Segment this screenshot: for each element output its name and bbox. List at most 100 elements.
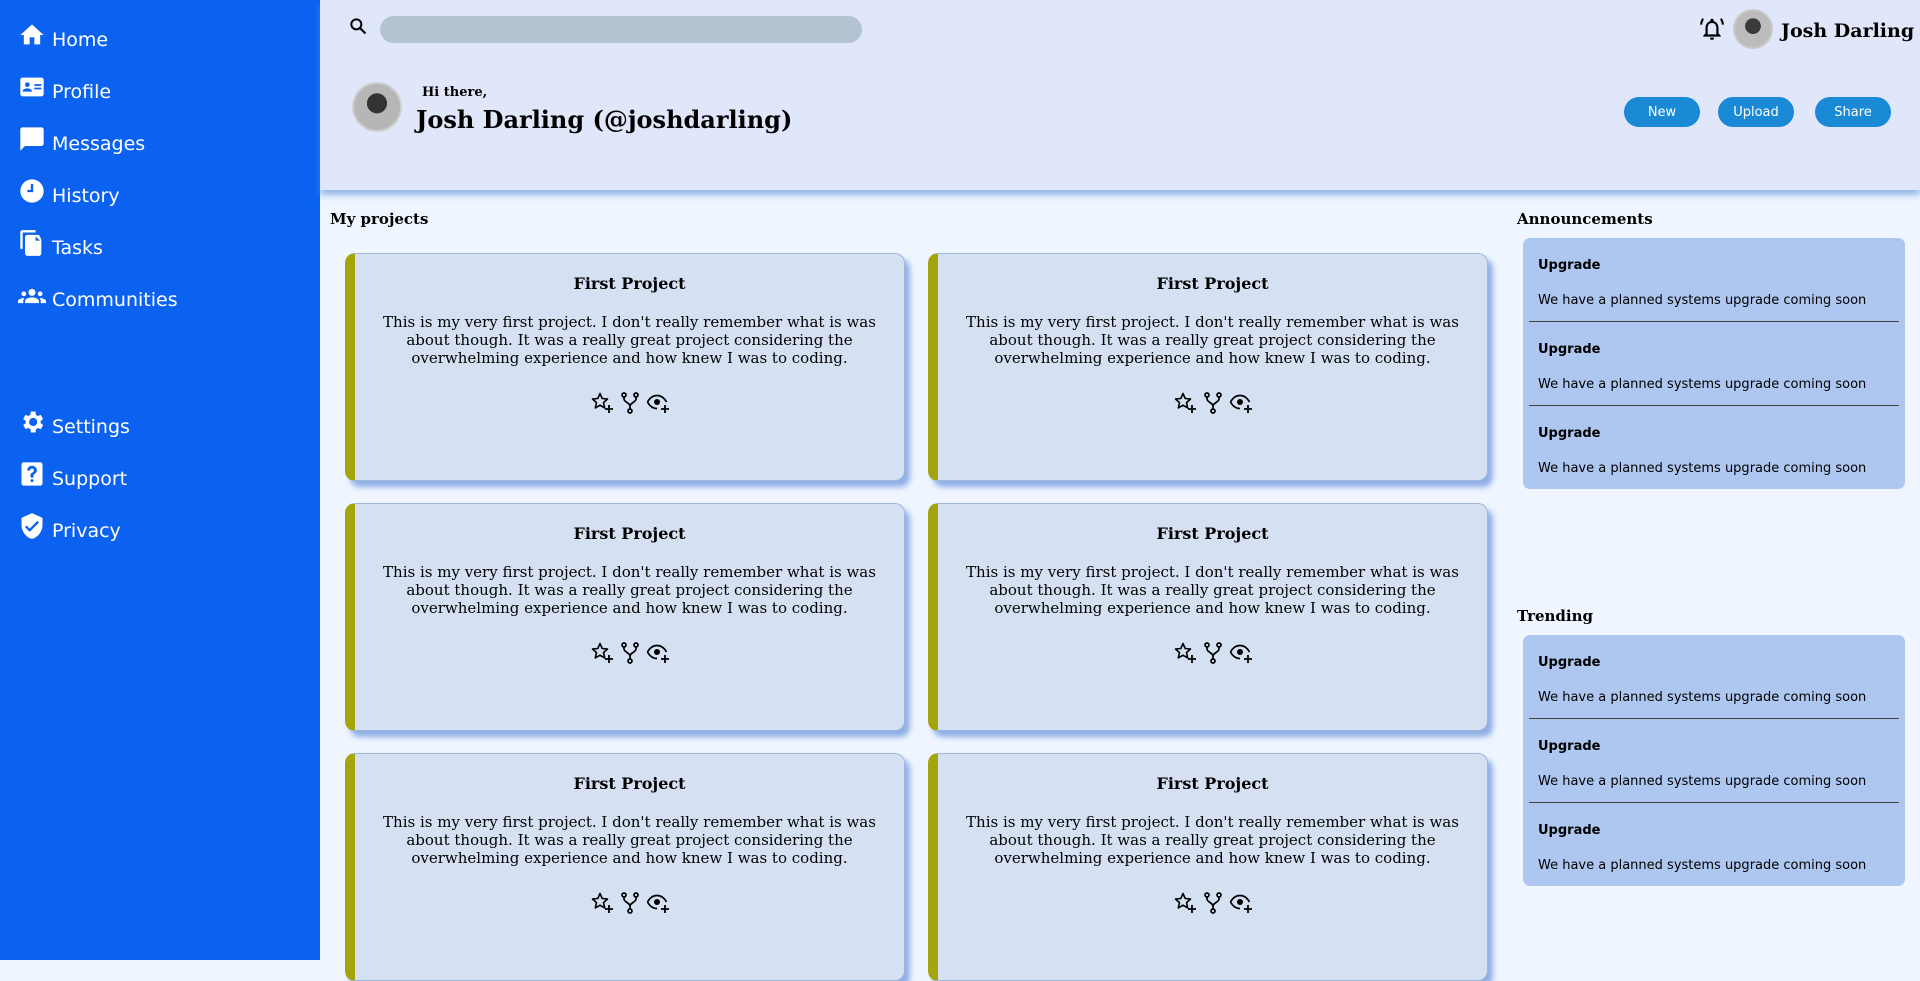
greeting: Hi there, [422,85,488,100]
project-card[interactable]: First Project This is my very first proje… [345,503,905,731]
project-description: This is my very first project. I don't r… [383,563,876,617]
announcement-title: Upgrade [1538,342,1601,357]
announcement-text: We have a planned systems upgrade coming… [1538,377,1867,392]
id-card-icon [18,73,46,101]
project-title[interactable]: First Project [355,774,904,793]
fork-icon[interactable] [1201,641,1225,665]
help-icon [18,460,46,488]
fork-icon[interactable] [618,641,642,665]
sidebar-item-tasks[interactable]: Tasks [18,226,103,260]
project-card[interactable]: First Project This is my very first proje… [928,503,1488,731]
project-actions [938,391,1487,415]
sidebar-item-label: Settings [52,416,130,438]
share-button[interactable]: Share [1815,97,1891,127]
announcement-item[interactable]: Upgrade We have a planned systems upgrad… [1529,238,1899,322]
new-button[interactable]: New [1624,97,1700,127]
project-title[interactable]: First Project [355,274,904,293]
fork-icon[interactable] [1201,391,1225,415]
trending-text: We have a planned systems upgrade coming… [1538,690,1867,705]
watch-add-icon[interactable] [646,391,670,415]
sidebar-item-label: Messages [52,133,146,155]
sidebar-item-label: History [52,185,120,207]
announcement-title: Upgrade [1538,426,1601,441]
sidebar-item-messages[interactable]: Messages [18,122,145,156]
star-add-icon[interactable] [590,641,614,665]
announcement-text: We have a planned systems upgrade coming… [1538,461,1867,476]
fork-icon[interactable] [618,391,642,415]
trending-title: Upgrade [1538,655,1601,670]
project-description: This is my very first project. I don't r… [966,563,1459,617]
star-add-icon[interactable] [590,391,614,415]
watch-add-icon[interactable] [1229,891,1253,915]
sidebar-item-support[interactable]: Support [18,457,127,491]
project-actions [355,391,904,415]
sidebar-item-label: Tasks [52,237,103,259]
sidebar-item-label: Communities [52,289,178,311]
trending-item[interactable]: Upgrade We have a planned systems upgrad… [1529,719,1899,803]
avatar[interactable] [1733,9,1773,49]
sidebar-item-label: Support [52,468,128,490]
sidebar-item-profile[interactable]: Profile [18,70,111,104]
people-icon [18,281,46,309]
project-card[interactable]: First Project This is my very first proje… [928,253,1488,481]
project-card[interactable]: First Project This is my very first proje… [928,753,1488,981]
trending-item[interactable]: Upgrade We have a planned systems upgrad… [1529,635,1899,719]
announcement-title: Upgrade [1538,258,1601,273]
sidebar-item-history[interactable]: History [18,174,120,208]
upload-button[interactable]: Upload [1718,97,1794,127]
fork-icon[interactable] [1201,891,1225,915]
shield-icon [18,512,46,540]
star-add-icon[interactable] [1173,391,1197,415]
project-title[interactable]: First Project [938,524,1487,543]
trending-title: Upgrade [1538,823,1601,838]
announcement-item[interactable]: Upgrade We have a planned systems upgrad… [1529,406,1899,489]
sidebar-item-label: Home [52,29,109,51]
section-title-trending: Trending [1517,607,1594,625]
search-icon[interactable] [348,16,368,36]
watch-add-icon[interactable] [646,641,670,665]
announcements-panel: Upgrade We have a planned systems upgrad… [1523,238,1905,489]
bell-icon[interactable] [1699,16,1725,42]
project-actions [355,641,904,665]
clock-icon [18,177,46,205]
watch-add-icon[interactable] [646,891,670,915]
project-description: This is my very first project. I don't r… [383,313,876,367]
search-input[interactable] [380,16,862,43]
document-icon [18,229,46,257]
header-username[interactable]: Josh Darling [1781,20,1914,42]
trending-text: We have a planned systems upgrade coming… [1538,858,1867,873]
fork-icon[interactable] [618,891,642,915]
project-description: This is my very first project. I don't r… [383,813,876,867]
project-title[interactable]: First Project [355,524,904,543]
trending-panel: Upgrade We have a planned systems upgrad… [1523,635,1905,886]
project-actions [938,891,1487,915]
project-actions [938,641,1487,665]
project-description: This is my very first project. I don't r… [966,813,1459,867]
gear-icon [18,408,46,436]
sidebar-item-settings[interactable]: Settings [18,405,130,439]
home-icon [18,21,46,49]
star-add-icon[interactable] [590,891,614,915]
star-add-icon[interactable] [1173,891,1197,915]
sidebar-item-home[interactable]: Home [18,18,108,52]
project-title[interactable]: First Project [938,274,1487,293]
message-icon [18,125,46,153]
sidebar-item-label: Privacy [52,520,121,542]
watch-add-icon[interactable] [1229,641,1253,665]
sidebar: Home Profile Messages History Tasks Comm… [0,0,320,960]
announcement-item[interactable]: Upgrade We have a planned systems upgrad… [1529,322,1899,406]
sidebar-item-label: Profile [52,81,112,103]
project-actions [355,891,904,915]
announcement-text: We have a planned systems upgrade coming… [1538,293,1867,308]
trending-item[interactable]: Upgrade We have a planned systems upgrad… [1529,803,1899,886]
watch-add-icon[interactable] [1229,391,1253,415]
sidebar-item-privacy[interactable]: Privacy [18,509,121,543]
project-card[interactable]: First Project This is my very first proje… [345,753,905,981]
star-add-icon[interactable] [1173,641,1197,665]
project-description: This is my very first project. I don't r… [966,313,1459,367]
sidebar-item-communities[interactable]: Communities [18,278,178,312]
trending-title: Upgrade [1538,739,1601,754]
project-card[interactable]: First Project This is my very first proje… [345,253,905,481]
page-title: Josh Darling (@joshdarling) [416,105,793,134]
project-title[interactable]: First Project [938,774,1487,793]
